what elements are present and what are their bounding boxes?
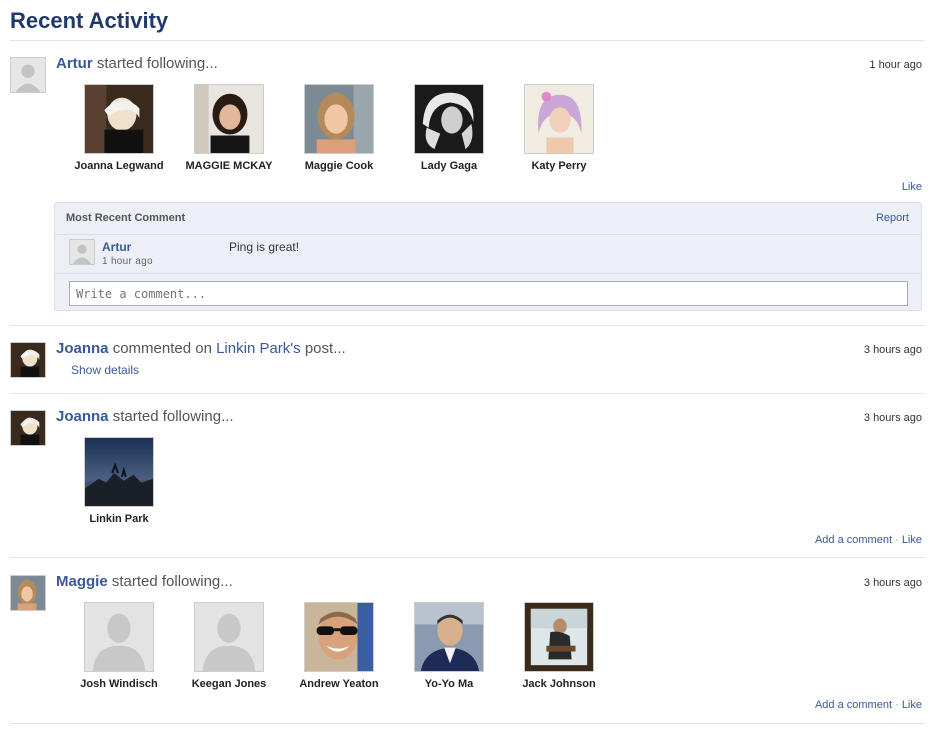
followed-name[interactable]: Joanna Legwand [59,160,179,172]
show-details-link[interactable]: Show details [71,363,139,377]
followed-avatar-yo-yo-ma[interactable] [414,602,484,672]
followed-name[interactable]: Linkin Park [59,513,179,525]
report-link[interactable]: Report [876,212,909,224]
followed-name[interactable]: MAGGIE MCKAY [169,160,289,172]
followed-avatar-maggie-cook[interactable] [304,84,374,154]
action-text: started following... [112,408,234,425]
activity-text: Artur started following... [56,55,218,72]
user-link[interactable]: Joanna [56,340,109,357]
timestamp: 3 hours ago [863,344,922,356]
add-comment-link[interactable]: Add a comment [815,699,892,711]
comment-section-header: Most Recent Comment [66,212,186,224]
action-text: post... [304,340,346,357]
followed-name[interactable]: Jack Johnson [499,678,619,690]
user-avatar-maggie[interactable] [10,575,46,611]
action-text: started following... [111,573,233,590]
like-link[interactable]: Like [902,181,922,193]
followed-name[interactable]: Katy Perry [499,160,619,172]
divider [10,723,925,724]
divider [10,325,925,326]
followed-name[interactable]: Keegan Jones [169,678,289,690]
divider [10,557,925,558]
followed-avatar-placeholder[interactable] [194,602,264,672]
action-text: commented on [112,340,212,357]
timestamp: 1 hour ago [869,59,922,71]
comment-input[interactable] [69,281,908,306]
timestamp: 3 hours ago [863,577,922,589]
divider [55,234,921,235]
divider [55,273,921,274]
comment-like-links: Add a comment · Like [815,699,922,711]
divider [10,393,925,394]
separator: · [895,699,899,711]
timestamp: 3 hours ago [863,412,922,424]
separator: · [895,534,899,546]
followed-avatar-katy-perry[interactable] [524,84,594,154]
followed-name[interactable]: Yo-Yo Ma [389,678,509,690]
user-avatar-joanna[interactable] [10,410,46,446]
action-text: started following... [96,55,218,72]
followed-avatar-maggie-mckay[interactable] [194,84,264,154]
user-avatar-placeholder[interactable] [10,57,46,93]
target-link[interactable]: Linkin Park's [216,340,301,357]
comment-like-links: Add a comment · Like [815,534,922,546]
followed-avatar-lady-gaga[interactable] [414,84,484,154]
user-link[interactable]: Joanna [56,408,109,425]
user-link[interactable]: Artur [56,55,93,72]
comment-author-avatar[interactable] [69,239,95,265]
followed-avatar-andrew-yeaton[interactable] [304,602,374,672]
comment-section: Most Recent Comment Report Artur 1 hour … [54,202,922,311]
comment-text: Ping is great! [229,240,300,254]
followed-name[interactable]: Lady Gaga [389,160,509,172]
followed-avatar-linkin-park[interactable] [84,437,154,507]
followed-name[interactable]: Andrew Yeaton [279,678,399,690]
comment-author-link[interactable]: Artur [102,240,131,254]
followed-avatar-placeholder[interactable] [84,602,154,672]
divider [10,40,925,41]
activity-text: Maggie started following... [56,573,233,590]
like-link[interactable]: Like [902,699,922,711]
followed-name[interactable]: Maggie Cook [279,160,399,172]
activity-text: Joanna started following... [56,408,234,425]
followed-avatar-joanna-legwand[interactable] [84,84,154,154]
page-title: Recent Activity [10,8,169,33]
followed-avatar-jack-johnson[interactable] [524,602,594,672]
user-avatar-joanna[interactable] [10,342,46,378]
comment-timestamp: 1 hour ago [102,256,153,267]
user-link[interactable]: Maggie [56,573,108,590]
add-comment-link[interactable]: Add a comment [815,534,892,546]
like-link[interactable]: Like [902,534,922,546]
followed-name[interactable]: Josh Windisch [59,678,179,690]
activity-text: Joanna commented on Linkin Park's post..… [56,340,346,357]
